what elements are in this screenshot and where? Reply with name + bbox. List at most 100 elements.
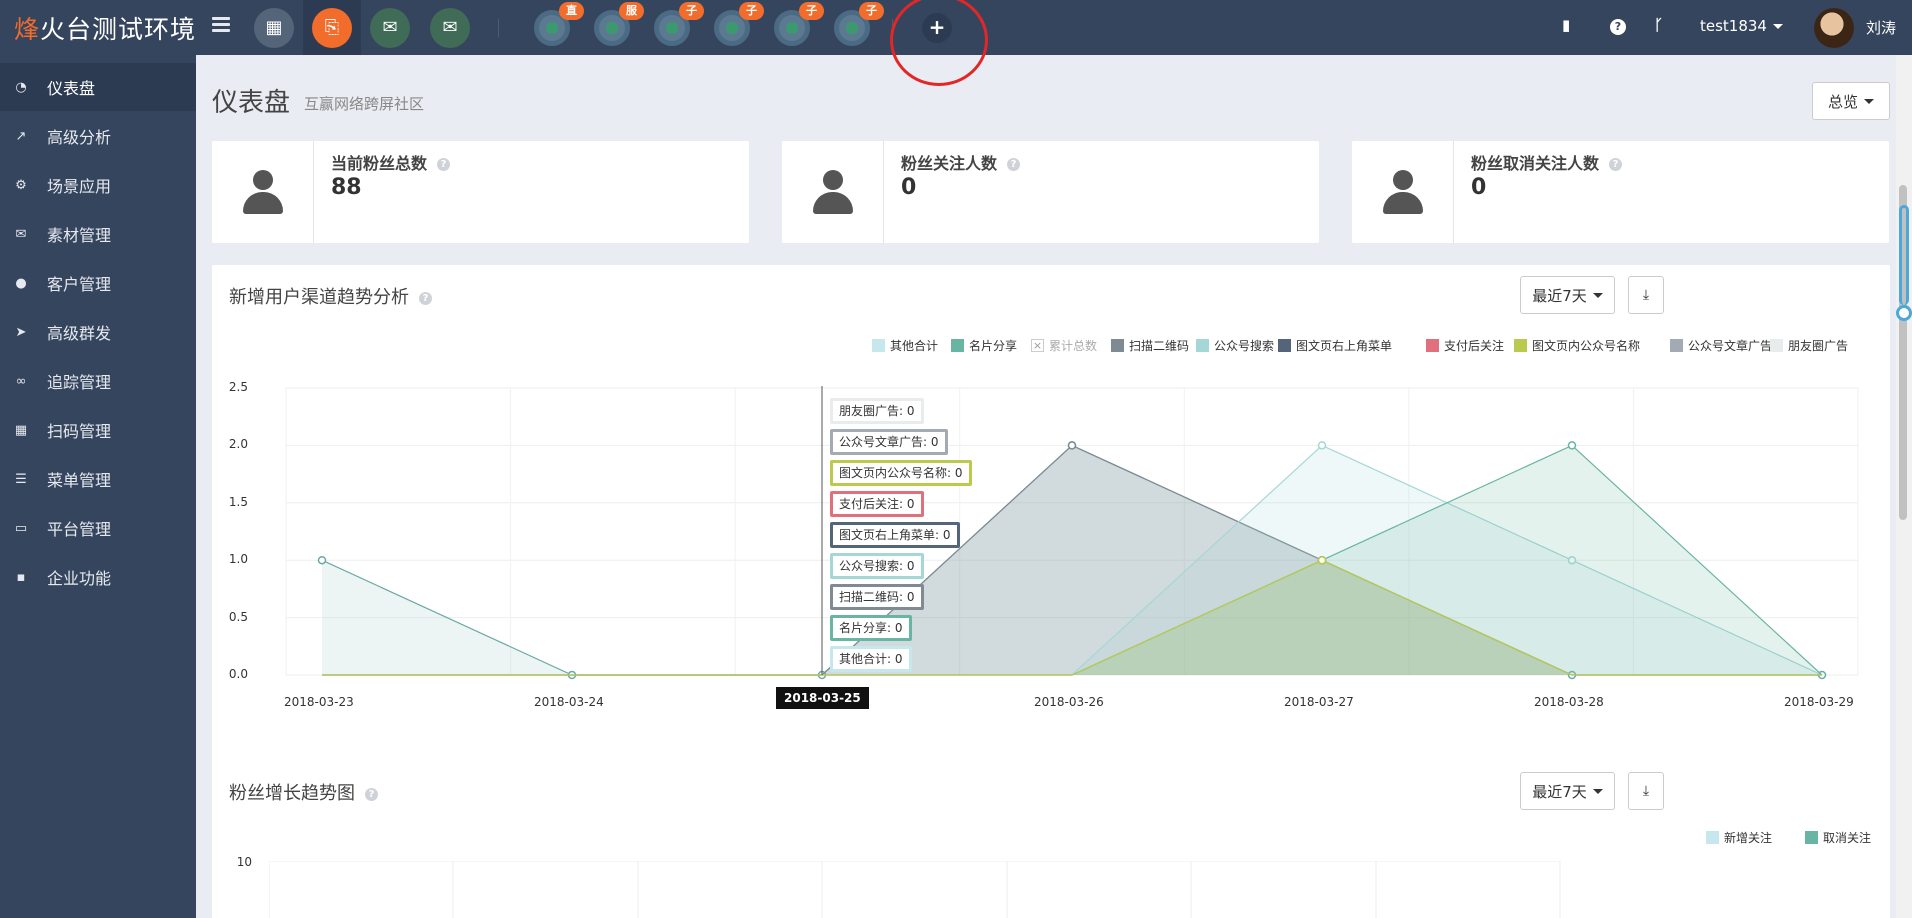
scroll-indicator-knob <box>1896 305 1912 321</box>
gear-icon: ⚙ <box>15 177 27 193</box>
sidebar-item[interactable]: ➤ 高级群发 <box>0 308 196 356</box>
add-account-button[interactable]: + <box>922 13 952 43</box>
sidebar-item[interactable]: ● 客户管理 <box>0 259 196 307</box>
account-type-badge: 直 <box>559 2 584 20</box>
panel-title: 新增用户渠道趋势分析? <box>229 283 432 309</box>
legend-item[interactable]: 支付后关注 <box>1426 337 1504 354</box>
sidebar-item-label: 客户管理 <box>47 275 112 294</box>
download-button[interactable]: ⤓ <box>1628 772 1664 810</box>
range-dropdown[interactable]: 最近7天 <box>1520 276 1615 314</box>
overview-dropdown[interactable]: 总览 <box>1812 82 1890 120</box>
legend-swatch: × <box>1031 339 1044 352</box>
link-icon: ∞ <box>15 373 27 389</box>
list-icon: ☰ <box>15 471 27 487</box>
legend-item[interactable]: 公众号文章广告 <box>1670 337 1772 354</box>
sidebar-item-label: 高级分析 <box>47 128 112 147</box>
stat-card: 当前粉丝总数? 88 <box>212 141 749 243</box>
legend-swatch <box>951 339 964 352</box>
legend-swatch <box>1770 339 1783 352</box>
user-menu[interactable]: test1834 <box>1700 17 1783 35</box>
page-subtitle: 互赢网络跨屏社区 <box>304 95 425 113</box>
overview-label: 总览 <box>1827 92 1858 111</box>
sidebar-item[interactable]: ▦ 扫码管理 <box>0 406 196 454</box>
account-type-badge: 服 <box>619 2 644 20</box>
legend-label: 朋友圈广告 <box>1788 339 1849 353</box>
legend-swatch <box>1670 339 1683 352</box>
legend-item[interactable]: 朋友圈广告 <box>1770 337 1848 354</box>
sidebar-item-label: 企业功能 <box>47 569 112 588</box>
user-icon <box>212 141 314 243</box>
brand-name: 火台测试环境 <box>40 15 197 44</box>
sidebar-item[interactable]: ⚙ 场景应用 <box>0 161 196 209</box>
line-chart-icon: ↗ <box>15 128 27 144</box>
grid-icon: ▪ <box>16 569 26 585</box>
sub-account-tab[interactable]: 直 <box>523 0 584 55</box>
hamburger-menu-icon[interactable] <box>212 17 230 33</box>
legend-label: 图文页内公众号名称 <box>1532 339 1641 353</box>
legend-item[interactable]: 名片分享 <box>951 337 1017 354</box>
book-icon[interactable]: ▮ <box>1562 16 1570 34</box>
sidebar-item[interactable]: ↗ 高级分析 <box>0 112 196 160</box>
stat-label: 粉丝取消关注人数? <box>1471 150 1623 174</box>
username: test1834 <box>1700 17 1767 35</box>
sub-account-tab[interactable]: 子 <box>643 0 704 55</box>
sidebar-item[interactable]: ▭ 平台管理 <box>0 504 196 552</box>
help-icon[interactable]: ? <box>365 787 378 801</box>
wechat-icon: ✉ <box>430 7 470 48</box>
envelope-icon: ✉ <box>15 226 27 242</box>
sub-account-tab[interactable]: 子 <box>703 0 764 55</box>
legend-item[interactable]: 取消关注 <box>1805 829 1871 846</box>
account-tab-wechat-2[interactable]: ✉ <box>421 0 479 55</box>
account-type-badge: 子 <box>679 2 704 20</box>
legend-item[interactable]: 新增关注 <box>1706 829 1772 846</box>
sidebar-item[interactable]: ▪ 企业功能 <box>0 553 196 601</box>
legend-item[interactable]: 图文页内公众号名称 <box>1514 337 1640 354</box>
sidebar-item[interactable]: ✉ 素材管理 <box>0 210 196 258</box>
account-tab-1[interactable]: ▦ <box>245 0 303 55</box>
legend-label: 扫描二维码 <box>1129 339 1190 353</box>
y-tick-label: 10 <box>236 855 252 869</box>
help-icon[interactable]: ? <box>437 158 451 171</box>
download-button[interactable]: ⤓ <box>1628 276 1664 314</box>
legend-item[interactable]: 图文页右上角菜单 <box>1278 337 1392 354</box>
sidebar-item[interactable]: ☰ 菜单管理 <box>0 455 196 503</box>
legend-item[interactable]: 其他合计 <box>872 337 938 354</box>
chevron-down-icon <box>1592 788 1603 794</box>
sub-account-tab[interactable]: 服 <box>583 0 644 55</box>
user-real-name[interactable]: 刘涛 <box>1866 17 1896 38</box>
sidebar-item[interactable]: ◔ 仪表盘 <box>0 63 196 111</box>
range-dropdown[interactable]: 最近7天 <box>1520 772 1615 810</box>
stat-value: 0 <box>901 175 917 200</box>
user-icon: ● <box>15 275 27 291</box>
account-type-badge: 子 <box>799 2 824 20</box>
range-label: 最近7天 <box>1532 286 1587 305</box>
legend-item[interactable]: × 累计总数 <box>1031 337 1097 354</box>
legend-label: 取消关注 <box>1823 831 1872 845</box>
account-tab-wechat-1[interactable]: ✉ <box>361 0 419 55</box>
sidebar-item-label: 追踪管理 <box>47 373 112 392</box>
branch-icon[interactable]: ᚴ <box>1654 16 1663 34</box>
help-icon[interactable]: ? <box>1610 19 1626 35</box>
sidebar-item[interactable]: ∞ 追踪管理 <box>0 357 196 405</box>
legend-item[interactable]: 公众号搜索 <box>1196 337 1274 354</box>
chevron-down-icon <box>1864 98 1874 104</box>
sidebar-item-label: 平台管理 <box>47 520 112 539</box>
stat-value: 88 <box>331 175 362 200</box>
app-brand[interactable]: 烽火台测试环境 <box>14 10 196 46</box>
desktop-icon: ▭ <box>14 520 28 536</box>
chevron-down-icon <box>1592 292 1603 298</box>
sub-account-tab[interactable]: 子 <box>823 0 884 55</box>
page-scrollbar[interactable] <box>1896 55 1912 918</box>
account-tab-2[interactable]: ⎘ <box>303 0 361 55</box>
qrcode-icon: ▦ <box>14 422 28 438</box>
help-icon[interactable]: ? <box>419 291 432 305</box>
legend-label: 公众号文章广告 <box>1688 339 1773 353</box>
stat-label: 当前粉丝总数? <box>331 150 451 174</box>
help-icon[interactable]: ? <box>1609 158 1623 171</box>
user-icon <box>1352 141 1454 243</box>
legend-item[interactable]: 扫描二维码 <box>1111 337 1189 354</box>
user-avatar[interactable] <box>1814 8 1854 48</box>
help-icon[interactable]: ? <box>1007 158 1021 171</box>
legend-label: 累计总数 <box>1049 339 1098 353</box>
sub-account-tab[interactable]: 子 <box>763 0 824 55</box>
